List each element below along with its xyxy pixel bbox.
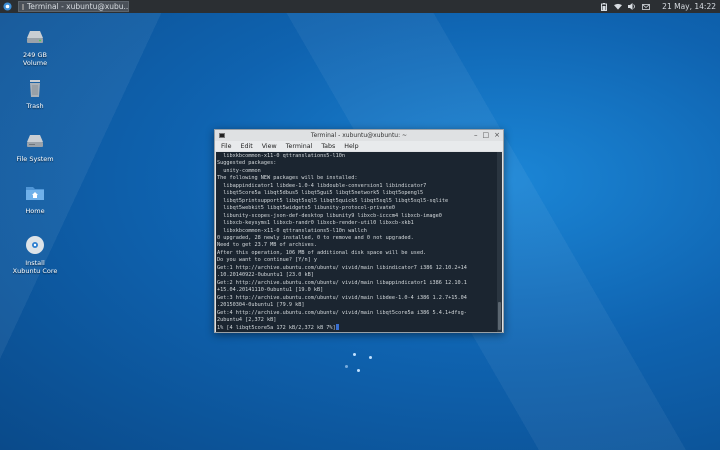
clock[interactable]: 21 May, 14:22 bbox=[662, 2, 716, 11]
install-disc-icon bbox=[24, 234, 46, 256]
terminal-line: +15.04.20141110-0ubuntu1 [19.0 kB] bbox=[217, 287, 324, 294]
battery-icon[interactable] bbox=[600, 2, 608, 11]
menu-help[interactable]: Help bbox=[344, 143, 358, 150]
loading-spinner-icon bbox=[343, 352, 377, 376]
drive-icon bbox=[24, 26, 46, 48]
desktop-icon-volume[interactable]: 249 GB Volume bbox=[10, 26, 60, 67]
terminal-line: libqt5webkit5 libqt5widgets5 libunity-pr… bbox=[223, 205, 396, 212]
desktop-icon-label: 249 GB Volume bbox=[22, 51, 48, 67]
terminal-line: Do you want to continue? [Y/n] y bbox=[217, 257, 317, 264]
terminal-line: The following NEW packages will be insta… bbox=[217, 175, 358, 182]
terminal-line: 2ubuntu4 [2,372 kB] bbox=[217, 316, 277, 323]
desktop-icon-trash[interactable]: Trash bbox=[10, 77, 60, 110]
terminal-icon bbox=[219, 133, 225, 138]
terminal-line: Get:3 http://archive.ubuntu.com/ubuntu/ … bbox=[217, 294, 467, 301]
terminal-line: Get:2 http://archive.ubuntu.com/ubuntu/ … bbox=[217, 279, 467, 286]
terminal-line: libxkbcommon-x11-0 qttranslations5-l10n … bbox=[223, 227, 367, 234]
terminal-menubar: File Edit View Terminal Tabs Help bbox=[215, 141, 503, 151]
window-titlebar[interactable]: Terminal - xubuntu@xubuntu: ~ – □ × bbox=[215, 130, 503, 141]
desktop-icon-home[interactable]: Home bbox=[10, 182, 60, 215]
terminal-cursor bbox=[335, 324, 339, 331]
terminal-line: 0 upgraded, 28 newly installed, 0 to rem… bbox=[217, 234, 414, 241]
terminal-line: After this operation, 106 MB of addition… bbox=[217, 249, 427, 256]
mail-indicator-icon[interactable] bbox=[642, 3, 651, 11]
close-icon[interactable]: × bbox=[494, 131, 500, 139]
minimize-icon[interactable]: – bbox=[474, 131, 478, 139]
home-folder-icon bbox=[24, 182, 46, 204]
wifi-icon[interactable] bbox=[614, 3, 623, 11]
menu-file[interactable]: File bbox=[221, 143, 232, 150]
terminal-line: libqt5printsupport5 libqt5sql5 libqt5qui… bbox=[223, 197, 449, 204]
whisker-menu-button[interactable] bbox=[1, 1, 13, 13]
terminal-output[interactable]: libxkbcommon-x11-0 qttranslations5-l10n … bbox=[216, 152, 502, 332]
scrollbar-thumb[interactable] bbox=[498, 302, 501, 330]
terminal-line: libunity-scopes-json-def-desktop libunit… bbox=[223, 212, 442, 219]
top-panel: Terminal - xubuntu@xubu... 21 May, 14:22 bbox=[0, 0, 720, 13]
maximize-icon[interactable]: □ bbox=[483, 131, 490, 139]
system-tray: 21 May, 14:22 bbox=[600, 2, 720, 11]
terminal-line: .10.20140922-0ubuntu1 [23.0 kB] bbox=[217, 272, 314, 279]
menu-view[interactable]: View bbox=[262, 143, 277, 150]
window-title: Terminal - xubuntu@xubuntu: ~ bbox=[310, 132, 408, 139]
desktop-icon-label: Home bbox=[25, 207, 45, 215]
volume-icon[interactable] bbox=[628, 3, 636, 11]
terminal-line: Get:1 http://archive.ubuntu.com/ubuntu/ … bbox=[217, 264, 467, 271]
desktop-icon-label: File System bbox=[16, 155, 54, 163]
desktop-icon-install[interactable]: Install Xubuntu Core bbox=[10, 234, 60, 275]
desktop-icon-label: Install Xubuntu Core bbox=[12, 259, 58, 275]
desktop-icon-label: Trash bbox=[26, 102, 44, 110]
menu-tabs[interactable]: Tabs bbox=[321, 143, 335, 150]
terminal-line: libqt5core5a libqt5dbus5 libqt5gui5 libq… bbox=[223, 190, 424, 197]
trash-icon bbox=[24, 77, 46, 99]
terminal-line: libappindicator1 libdee-1.0-4 libdouble-… bbox=[223, 182, 427, 189]
terminal-line: libxcb-keysyms1 libxcb-randr0 libxcb-ren… bbox=[223, 220, 414, 227]
terminal-line: .20150304-0ubuntu1 [79.9 kB] bbox=[217, 302, 305, 309]
desktop-icon-filesystem[interactable]: File System bbox=[10, 130, 60, 163]
terminal-text: libxkbcommon-x11-0 qttranslations5-l10n … bbox=[216, 152, 502, 332]
hard-disk-icon bbox=[24, 130, 46, 152]
terminal-line: libxkbcommon-x11-0 qttranslations5-l10n bbox=[223, 153, 346, 159]
xubuntu-logo-icon bbox=[2, 2, 12, 11]
terminal-line: unity-common bbox=[223, 167, 261, 174]
taskbar-terminal-button[interactable]: Terminal - xubuntu@xubu... bbox=[18, 1, 129, 12]
terminal-line: Get:4 http://archive.ubuntu.com/ubuntu/ … bbox=[217, 309, 467, 316]
terminal-line: Suggested packages: bbox=[217, 160, 277, 167]
terminal-scrollbar[interactable] bbox=[497, 152, 502, 332]
terminal-icon bbox=[22, 3, 24, 10]
menu-edit[interactable]: Edit bbox=[241, 143, 253, 150]
terminal-line: Need to get 23.7 MB of archives. bbox=[217, 242, 317, 249]
taskbar-terminal-label: Terminal - xubuntu@xubu... bbox=[27, 2, 129, 11]
terminal-progress-line: 1% [4 libqt5core5a 172 kB/2,372 kB 7%] bbox=[217, 325, 336, 332]
terminal-window: Terminal - xubuntu@xubuntu: ~ – □ × File… bbox=[214, 129, 504, 333]
menu-terminal[interactable]: Terminal bbox=[286, 143, 313, 150]
